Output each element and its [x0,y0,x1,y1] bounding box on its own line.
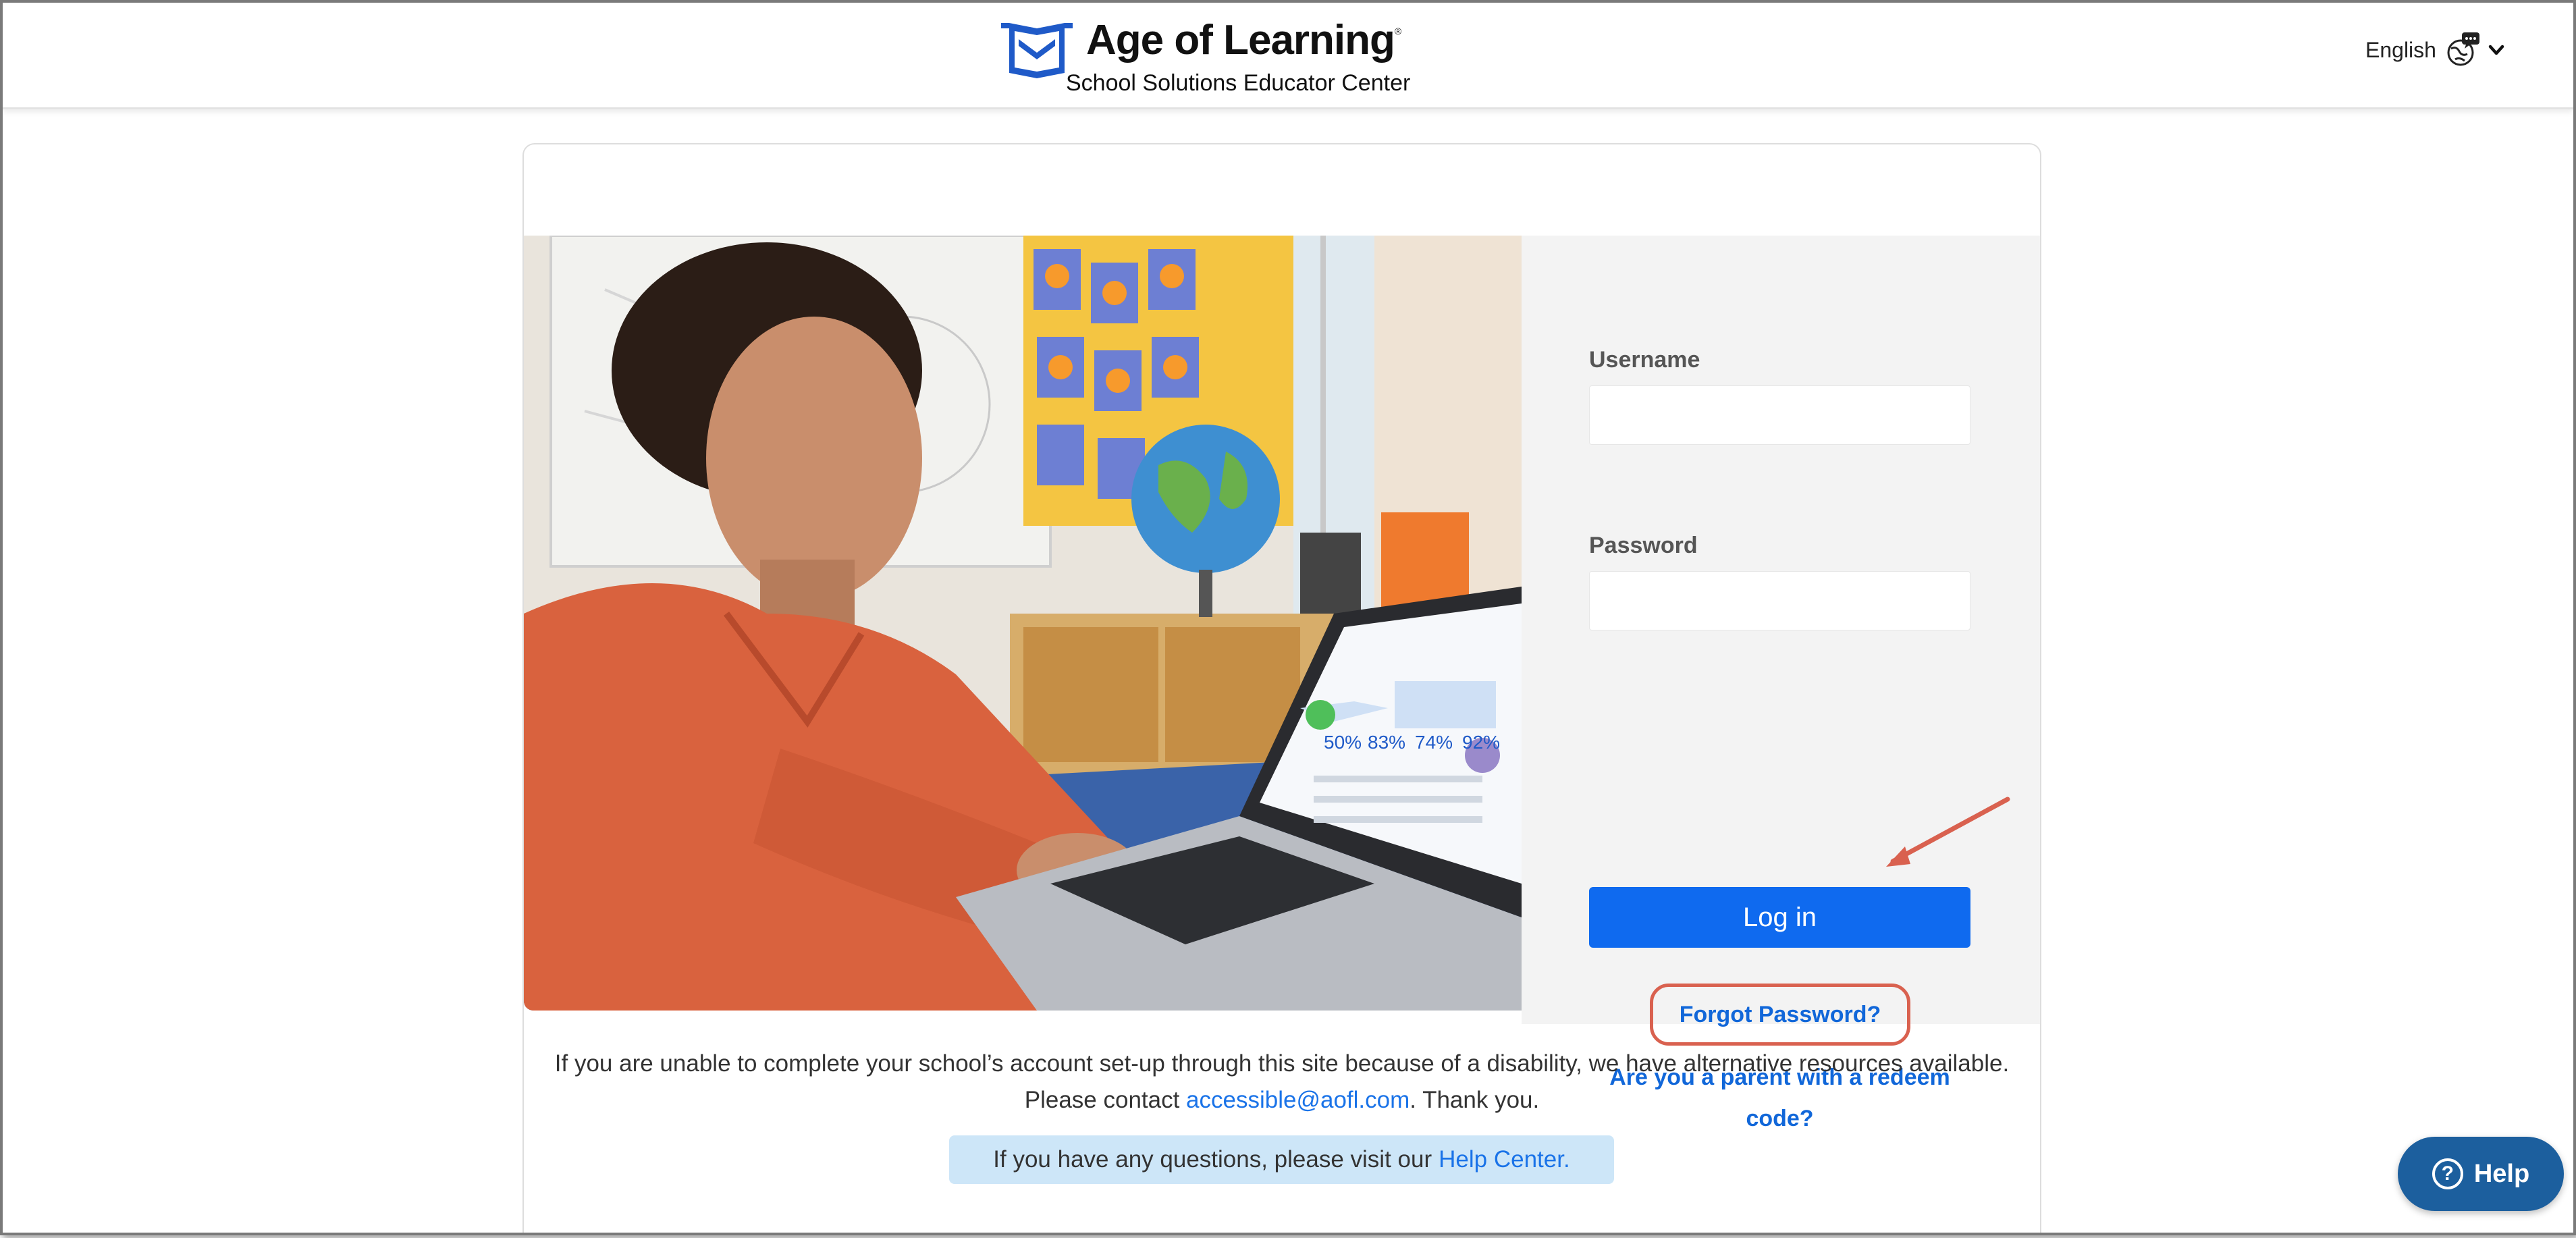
accessibility-notice: If you are unable to complete your schoo… [524,1046,2040,1119]
accessibility-line-1: If you are unable to complete your schoo… [554,1050,2010,1077]
forgot-password-highlight: Forgot Password? [1650,984,1910,1046]
login-card: 50% 83% 74% 92% Username Password Log in… [522,143,2041,1233]
svg-text:74%: 74% [1415,732,1453,753]
login-panel: Username Password Log in Forgot Password… [1522,236,2040,1131]
question-circle-icon: ? [2432,1158,2463,1189]
site-header: Age of Learning® School Solutions Educat… [3,3,2573,109]
username-input[interactable] [1589,385,1970,445]
login-button[interactable]: Log in [1589,887,1970,948]
browser-frame: Age of Learning® School Solutions Educat… [0,0,2576,1235]
chevron-down-icon [2488,45,2504,55]
help-banner-text: If you have any questions, please visit … [993,1146,1432,1173]
svg-text:50%: 50% [1324,732,1362,753]
teacher-at-laptop-photo: 50% 83% 74% 92% [524,236,1522,1011]
language-selector[interactable]: English [2365,30,2505,70]
forgot-password-link[interactable]: Forgot Password? [1680,1002,1881,1028]
accessibility-contact-prefix: Please contact [1024,1087,1187,1113]
brand-name: Age of Learning® [1086,17,1401,63]
password-label: Password [1589,533,1698,558]
brand-subtitle: School Solutions Educator Center [1066,70,1411,96]
book-logo-icon [1001,23,1073,78]
accessibility-line-2: Please contact accessible@aofl.com. Than… [524,1082,2040,1119]
brand-logo[interactable]: Age of Learning® School Solutions Educat… [998,15,1430,96]
language-label: English [2365,37,2436,62]
username-label: Username [1589,347,1700,373]
password-input[interactable] [1589,571,1970,630]
help-center-link[interactable]: Help Center. [1439,1146,1570,1173]
help-center-banner: If you have any questions, please visit … [949,1135,1614,1184]
help-widget-label: Help [2473,1159,2530,1188]
svg-text:83%: 83% [1368,732,1405,753]
globe-speech-icon [2447,32,2479,66]
accessibility-contact-suffix: . Thank you. [1410,1087,1540,1113]
accessibility-email-link[interactable]: accessible@aofl.com [1186,1087,1410,1113]
svg-text:92%: 92% [1462,732,1500,753]
help-widget-button[interactable]: ? Help [2398,1137,2564,1211]
